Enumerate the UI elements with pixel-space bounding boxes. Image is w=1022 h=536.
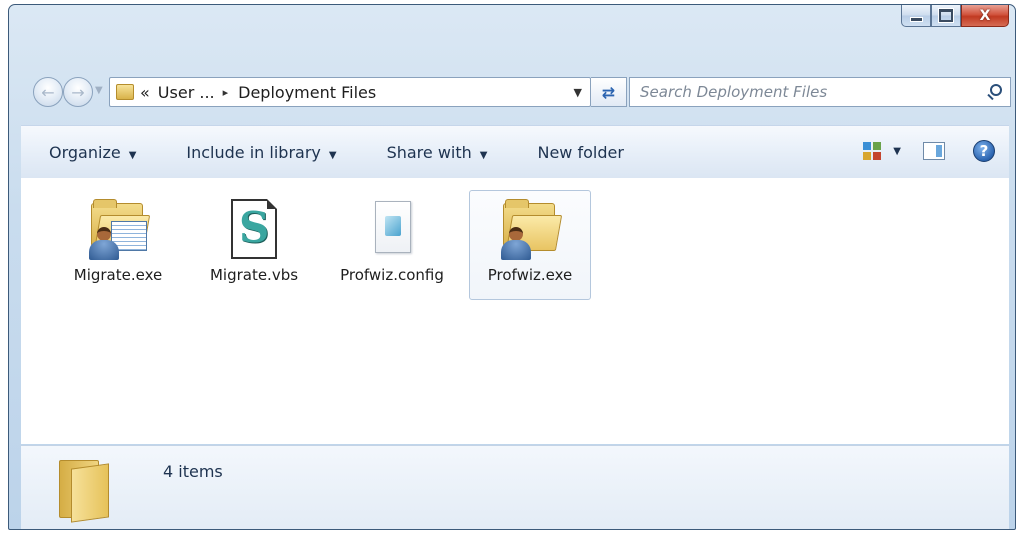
address-dropdown-icon[interactable]: ▼: [574, 86, 582, 99]
breadcrumb-user[interactable]: User ...: [158, 83, 215, 102]
chevron-down-icon: ▼: [328, 149, 337, 161]
search-input[interactable]: [638, 82, 972, 102]
caption-buttons: X: [901, 5, 1009, 27]
file-name: Migrate.exe: [73, 266, 163, 284]
share-with-menu[interactable]: Share with ▼: [375, 143, 500, 162]
forward-button[interactable]: →: [63, 77, 93, 107]
file-name: Profwiz.config: [340, 266, 444, 284]
recent-pages-dropdown[interactable]: ▼: [95, 85, 103, 96]
close-icon: X: [979, 7, 991, 24]
breadcrumb-separator-icon[interactable]: ▸: [223, 86, 229, 99]
organize-menu[interactable]: Organize ▼: [37, 143, 148, 162]
chevron-down-icon: ▼: [128, 149, 137, 161]
view-options-dropdown[interactable]: ▼: [893, 146, 901, 157]
include-in-library-menu[interactable]: Include in library ▼: [174, 143, 348, 162]
file-item-profwiz-config[interactable]: Profwiz.config: [331, 190, 453, 300]
share-with-label: Share with: [386, 142, 472, 162]
back-button[interactable]: ←: [33, 77, 63, 107]
new-folder-label: New folder: [537, 142, 624, 162]
file-item-migrate-vbs[interactable]: S Migrate.vbs: [193, 190, 315, 300]
minimize-icon: [909, 16, 923, 22]
file-list: Migrate.exe S Migrate.vbs Profwiz.config…: [21, 178, 1009, 444]
file-item-profwiz-exe[interactable]: Profwiz.exe: [469, 190, 591, 300]
config-file-icon: [359, 197, 425, 261]
address-overflow-chevron[interactable]: «: [140, 83, 150, 102]
folder-icon: [116, 84, 134, 100]
details-pane: 4 items: [21, 445, 1009, 529]
maximize-button[interactable]: [931, 5, 961, 27]
search-icon[interactable]: [990, 84, 1002, 96]
maximize-icon: [938, 8, 954, 23]
refresh-icon: ⇄: [601, 82, 616, 102]
preview-pane-icon[interactable]: [923, 142, 945, 160]
folder-icon: [59, 456, 117, 523]
folder-person-icon: [497, 197, 563, 261]
new-folder-button[interactable]: New folder: [525, 143, 635, 162]
chevron-down-icon: ▼: [479, 149, 488, 161]
minimize-button[interactable]: [901, 5, 931, 27]
file-name: Migrate.vbs: [209, 266, 299, 284]
change-view-icon[interactable]: [863, 142, 882, 160]
close-button[interactable]: X: [961, 5, 1009, 27]
forward-arrow-icon: →: [71, 82, 85, 102]
folder-person-doc-icon: [85, 197, 151, 261]
breadcrumb-deployment-files[interactable]: Deployment Files: [238, 83, 376, 102]
search-box: [629, 77, 1011, 107]
script-icon: S: [221, 197, 287, 261]
item-count: 4 items: [163, 462, 223, 481]
organize-label: Organize: [49, 142, 121, 162]
view-controls: ▼ ?: [863, 140, 995, 162]
file-item-migrate-exe[interactable]: Migrate.exe: [57, 190, 179, 300]
file-name: Profwiz.exe: [487, 266, 573, 284]
navigation-bar: ← → ▼ « User ... ▸ Deployment Files ▼ ⇄: [21, 73, 1011, 111]
refresh-button[interactable]: ⇄: [591, 77, 627, 107]
address-bar[interactable]: « User ... ▸ Deployment Files ▼: [109, 77, 591, 107]
command-bar: Organize ▼ Include in library ▼ Share with…: [21, 125, 1009, 179]
back-arrow-icon: ←: [41, 82, 55, 102]
include-in-library-label: Include in library: [186, 142, 321, 162]
explorer-window: X ← → ▼ « User ... ▸ Deployment Files ▼ …: [8, 4, 1016, 530]
help-icon[interactable]: ?: [973, 140, 995, 162]
